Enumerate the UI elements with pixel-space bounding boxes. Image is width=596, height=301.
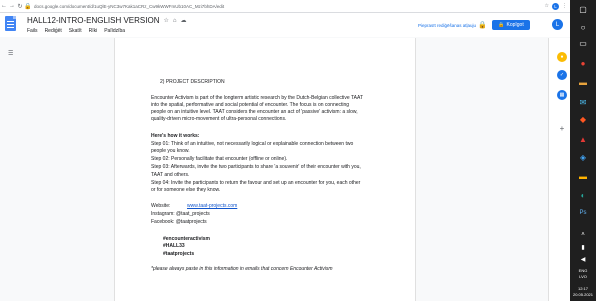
step-line: Step 01: Think of an intuitive, not nece…: [151, 141, 354, 147]
settings-app-icon[interactable]: ◈: [575, 150, 591, 164]
tasks-icon[interactable]: ✓: [557, 70, 567, 80]
lock-icon: 🔒: [478, 22, 487, 29]
back-icon[interactable]: ←: [0, 3, 8, 9]
hashtag: #encounteractivism: [163, 236, 210, 242]
request-edit-access-link[interactable]: Pieprasīt rediģēšanas atļauju: [418, 23, 476, 28]
forward-icon[interactable]: →: [8, 3, 16, 9]
address-bar[interactable]: docs.google.com/document/d/1uQlE-yNC3w7K…: [34, 4, 545, 9]
document-title[interactable]: HALL12-INTRO-ENGLISH VERSION: [27, 16, 159, 25]
acrobat-icon[interactable]: ▲: [575, 132, 591, 146]
intro-line: people on an intuitive level. TAAT consi…: [151, 109, 358, 115]
add-addon-icon[interactable]: +: [557, 123, 567, 133]
edge-icon[interactable]: ◐: [575, 188, 591, 202]
keyboard-layout-indicator[interactable]: LVO: [570, 274, 596, 279]
step-line: Step 04: Invite the participants to retu…: [151, 180, 361, 186]
browser-profile-avatar[interactable]: L: [552, 2, 559, 10]
menu-view[interactable]: Skatīt: [69, 28, 82, 34]
step-line: Step 02: Personally facilitate that enco…: [151, 156, 288, 162]
windows-start-icon[interactable]: ▢: [575, 2, 591, 16]
office-icon[interactable]: ◆: [575, 112, 591, 126]
cloud-status-icon[interactable]: ☁: [181, 17, 187, 24]
step-line: TAAT and others.: [151, 172, 190, 178]
task-view-icon[interactable]: ▭: [575, 36, 591, 50]
intro-line: quality-driven micro-movement of ultra-p…: [151, 116, 287, 122]
share-button-label: Kopīgot: [506, 22, 524, 28]
clock-time[interactable]: 12:17: [570, 286, 596, 291]
document-title-row: HALL12-INTRO-ENGLISH VERSION ☆ ⌂ ☁: [27, 16, 187, 25]
hashtag: #HALL33: [163, 243, 185, 249]
menu-tools[interactable]: Rīki: [89, 28, 98, 34]
clock-date[interactable]: 20.05.2021: [570, 292, 596, 297]
share-button[interactable]: 🔒 Kopīgot: [492, 20, 530, 30]
browser-toolbar: ← → ↻ 🔒 docs.google.com/document/d/1uQlE…: [0, 0, 570, 13]
website-label: Website:: [151, 203, 171, 209]
hashtag: #taatprojects: [163, 251, 195, 257]
menu-help[interactable]: Palīdzība: [104, 28, 125, 34]
menu-edit[interactable]: Rediģēt: [45, 28, 62, 34]
facebook-handle: Facebook: @taatprojects: [151, 219, 207, 225]
chrome-icon[interactable]: ●: [575, 56, 591, 70]
website-link[interactable]: www.taat-projects.com: [187, 203, 237, 210]
bookmark-star-icon[interactable]: ☆: [545, 3, 549, 9]
footer-note: *please always paste in this information…: [151, 266, 333, 272]
section-heading: 2) PROJECT DESCRIPTION: [160, 79, 225, 85]
user-avatar[interactable]: L: [552, 19, 563, 30]
photoshop-icon[interactable]: Ps: [575, 206, 591, 220]
volume-icon[interactable]: ◀: [575, 252, 591, 266]
star-icon[interactable]: ☆: [163, 17, 168, 24]
menu-bar: Fails Rediģēt Skatīt Rīki Palīdzība: [27, 28, 125, 34]
move-folder-icon[interactable]: ⌂: [173, 18, 177, 24]
share-lock-icon: 🔒: [498, 22, 505, 28]
mail-icon[interactable]: ✉: [575, 95, 591, 109]
lock-icon[interactable]: 🔒: [24, 3, 32, 10]
file-explorer-icon[interactable]: ▬: [575, 75, 591, 89]
menu-file[interactable]: Fails: [27, 28, 38, 34]
intro-line: Encounter Activism is part of the longte…: [151, 95, 364, 101]
keep-icon[interactable]: ●: [557, 52, 567, 62]
step-line: Step 03: Afterwards, invite the two part…: [151, 164, 361, 170]
instagram-handle: Instagram: @taat_projects: [151, 211, 210, 217]
reload-icon[interactable]: ↻: [16, 3, 24, 10]
folder-icon[interactable]: ▬: [575, 169, 591, 183]
step-line: people you know.: [151, 148, 190, 154]
intro-line: into the spatial, performative and socia…: [151, 102, 350, 108]
how-it-works-heading: Here's how it works:: [151, 133, 200, 139]
calendar-icon[interactable]: ▦: [557, 90, 567, 100]
document-outline-icon[interactable]: ☰: [8, 50, 13, 57]
search-icon[interactable]: ○: [575, 20, 591, 34]
docs-header: HALL12-INTRO-ENGLISH VERSION ☆ ⌂ ☁ Fails…: [0, 13, 570, 37]
step-line: or for someone else they know.: [151, 187, 221, 193]
language-indicator[interactable]: ENG: [570, 268, 596, 273]
browser-menu-icon[interactable]: ⋮: [562, 3, 567, 9]
docs-logo-icon[interactable]: [5, 16, 16, 31]
